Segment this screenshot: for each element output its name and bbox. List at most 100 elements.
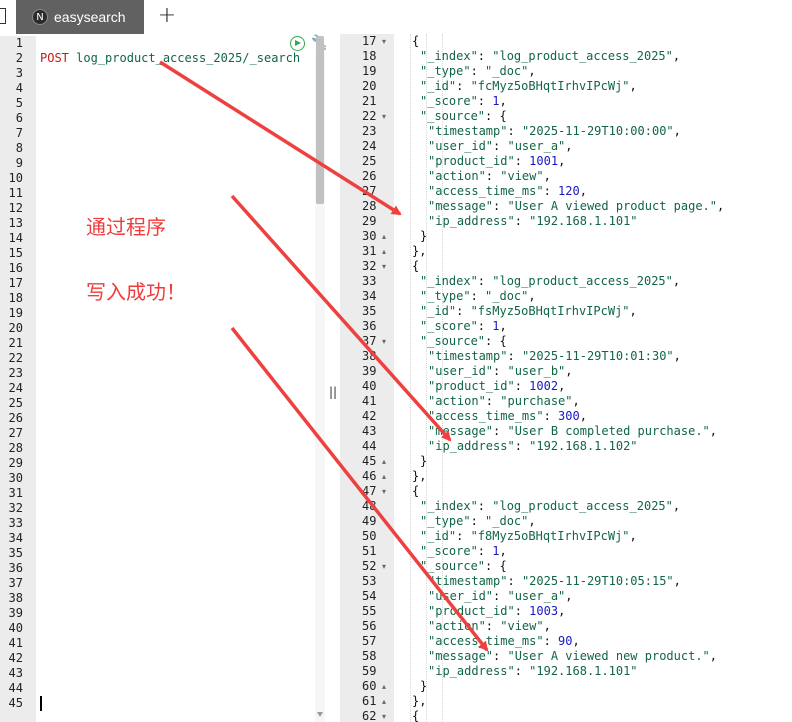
json-key: "action"	[428, 394, 486, 408]
json-punct: ,	[579, 184, 587, 198]
line-number: 5	[15, 96, 23, 110]
fold-arrow-icon[interactable]: ▾	[382, 334, 386, 349]
json-punct: ,	[672, 49, 681, 63]
line-number: 25	[362, 154, 377, 168]
json-key: "_type"	[420, 289, 471, 303]
line-number: 10	[8, 171, 23, 185]
line-number: 11	[8, 186, 23, 200]
line-number: 55	[362, 604, 377, 618]
response-line: }	[394, 679, 792, 694]
response-line: {	[394, 259, 792, 274]
line-number: 58	[362, 649, 377, 663]
response-line: "product_id": 1002,	[394, 379, 792, 394]
line-number: 18	[362, 49, 377, 63]
json-punct: ,	[709, 649, 718, 663]
json-key: "message"	[428, 424, 494, 438]
json-key: "_source"	[420, 559, 486, 573]
line-number: 24	[8, 381, 23, 395]
json-punct: :	[543, 634, 559, 648]
response-line: "timestamp": "2025-11-29T10:00:00",	[394, 124, 792, 139]
json-punct: :	[477, 274, 493, 288]
line-number: 21	[362, 94, 377, 108]
json-key: "_id"	[420, 304, 457, 318]
json-string: "192.168.1.102"	[529, 439, 638, 453]
json-punct: ,	[717, 199, 725, 213]
json-string: "f8Myz5oBHqtIrhvIPcWj"	[470, 529, 630, 543]
scroll-down-arrow-icon[interactable]	[317, 712, 323, 717]
json-key: "ip_address"	[428, 439, 515, 453]
fold-arrow-icon[interactable]: ▾	[382, 259, 386, 274]
json-punct: ,	[565, 589, 573, 603]
line-number: 22	[8, 351, 23, 365]
request-editor[interactable]: POST log_product_access_2025/_search	[36, 36, 316, 722]
line-number: 51	[362, 544, 377, 558]
response-line: "ip_address": "192.168.1.102"	[394, 439, 792, 454]
request-scrollbar-thumb[interactable]	[316, 36, 324, 204]
line-number: 9	[15, 156, 23, 170]
json-punct: :	[477, 94, 493, 108]
json-string: "2025-11-29T10:05:15"	[521, 574, 674, 588]
json-punct: {	[412, 709, 420, 722]
previous-tab-edge[interactable]	[0, 8, 6, 24]
json-key: "_source"	[420, 109, 486, 123]
line-number: 2	[15, 51, 23, 65]
unfold-arrow-icon[interactable]: ▴	[382, 229, 386, 244]
json-punct: : {	[485, 334, 507, 348]
unfold-arrow-icon[interactable]: ▴	[382, 469, 386, 484]
pane-resize-handle[interactable]: ||	[329, 385, 337, 399]
json-key: "_score"	[420, 94, 478, 108]
response-line: "action": "view",	[394, 169, 792, 184]
response-line: },	[394, 244, 792, 259]
json-number: 1003	[529, 604, 559, 618]
fold-arrow-icon[interactable]: ▾	[382, 709, 386, 722]
line-number: 54	[362, 589, 377, 603]
line-number: 3	[15, 66, 23, 80]
line-number: 56	[362, 619, 377, 633]
json-string: "_doc"	[485, 514, 529, 528]
line-number: 26	[8, 411, 23, 425]
json-punct: :	[514, 604, 530, 618]
line-number: 37	[8, 576, 23, 590]
json-punct: ,	[629, 304, 637, 318]
fold-arrow-icon[interactable]: ▾	[382, 484, 386, 499]
json-string: "view"	[500, 169, 544, 183]
json-punct: :	[514, 154, 530, 168]
play-circle-icon[interactable]	[290, 36, 305, 51]
request-line[interactable]: POST log_product_access_2025/_search	[36, 51, 316, 66]
line-number: 6	[15, 111, 23, 125]
line-number: 48	[362, 499, 377, 513]
response-line: "_index": "log_product_access_2025",	[394, 499, 792, 514]
json-punct: ,	[629, 79, 637, 93]
response-line: "timestamp": "2025-11-29T10:05:15",	[394, 574, 792, 589]
json-string: "User A viewed new product."	[507, 649, 710, 663]
fold-arrow-icon[interactable]: ▾	[382, 109, 386, 124]
add-tab-button[interactable]: +	[156, 4, 178, 28]
fold-arrow-icon[interactable]: ▾	[382, 34, 386, 49]
json-string: "_doc"	[485, 289, 529, 303]
json-string: "User B completed purchase."	[507, 424, 710, 438]
response-line: "_type": "_doc",	[394, 514, 792, 529]
json-string: "purchase"	[500, 394, 573, 408]
tab-easysearch[interactable]: N easysearch	[16, 0, 144, 34]
line-number: 52 ▾	[362, 559, 387, 574]
json-punct: :	[507, 349, 522, 363]
json-number: 300	[558, 409, 580, 423]
pane-divider[interactable]	[326, 36, 340, 722]
json-string: "2025-11-29T10:00:00"	[521, 124, 674, 138]
line-number: 38	[8, 591, 23, 605]
response-line: "message": "User B completed purchase.",	[394, 424, 792, 439]
unfold-arrow-icon[interactable]: ▴	[382, 694, 386, 709]
json-key: "timestamp"	[428, 574, 508, 588]
line-number: 14	[8, 231, 23, 245]
fold-arrow-icon[interactable]: ▾	[382, 559, 386, 574]
response-viewer: {"_index": "log_product_access_2025", "_t…	[394, 34, 792, 722]
response-line: "_score": 1,	[394, 319, 792, 334]
request-blank-line[interactable]	[36, 36, 316, 51]
line-number: 1	[15, 36, 23, 50]
unfold-arrow-icon[interactable]: ▴	[382, 454, 386, 469]
line-number: 33	[362, 274, 377, 288]
json-punct: }	[420, 454, 428, 468]
unfold-arrow-icon[interactable]: ▴	[382, 679, 386, 694]
response-line: "product_id": 1001,	[394, 154, 792, 169]
unfold-arrow-icon[interactable]: ▴	[382, 244, 386, 259]
